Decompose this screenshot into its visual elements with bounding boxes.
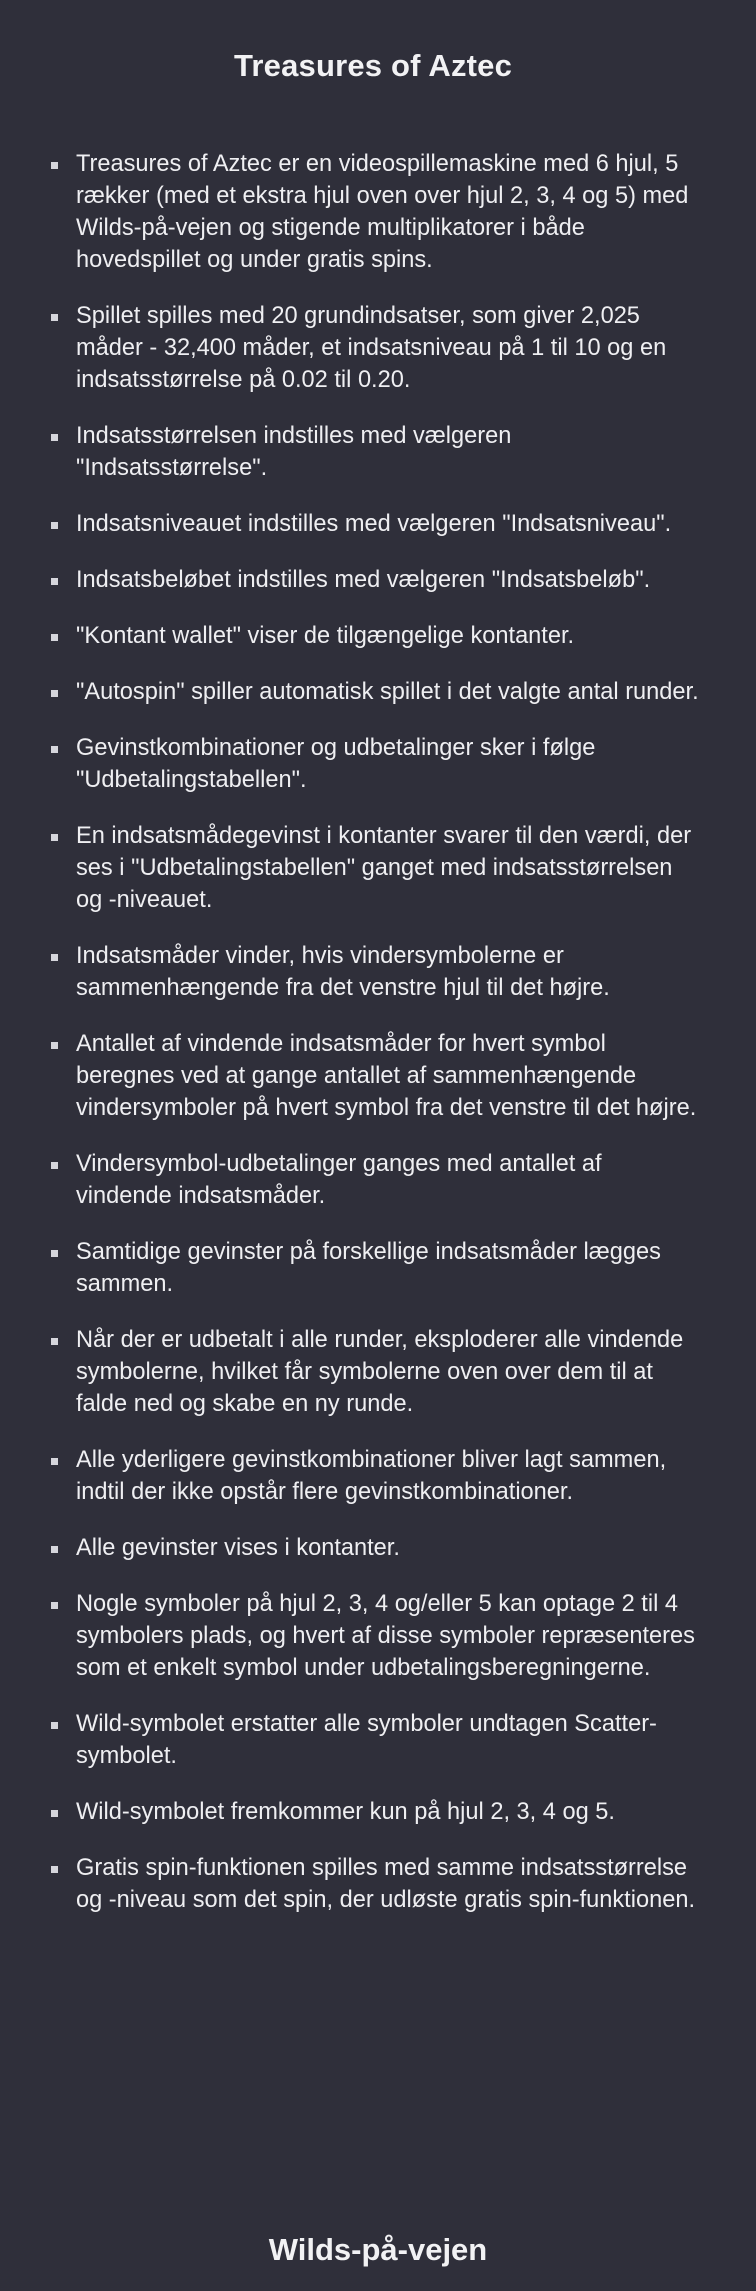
rule-item: Nogle symboler på hjul 2, 3, 4 og/eller … (46, 1588, 700, 1684)
rules-list: Treasures of Aztec er en videospillemask… (46, 148, 700, 1916)
rule-item: Vindersymbol-udbetalinger ganges med ant… (46, 1148, 700, 1212)
rule-item: Wild-symbolet erstatter alle symboler un… (46, 1708, 700, 1772)
rule-item: Alle gevinster vises i kontanter. (46, 1532, 700, 1564)
rule-item: "Kontant wallet" viser de tilgængelige k… (46, 620, 700, 652)
rule-item: Alle yderligere gevinstkombinationer bli… (46, 1444, 700, 1508)
section-title-wilds: Wilds-på-vejen (268, 2232, 488, 2267)
page-title: Treasures of Aztec (233, 48, 513, 83)
rule-item: "Autospin" spiller automatisk spillet i … (46, 676, 700, 708)
rule-item: Indsatsmåder vinder, hvis vindersymboler… (46, 940, 700, 1004)
rule-item: Treasures of Aztec er en videospillemask… (46, 148, 700, 276)
rule-item: Indsatsstørrelsen indstilles med vælgere… (46, 420, 700, 484)
rule-item: Samtidige gevinster på forskellige indsa… (46, 1236, 700, 1300)
rule-item: Gratis spin-funktionen spilles med samme… (46, 1852, 700, 1916)
rule-item: Antallet af vindende indsatsmåder for hv… (46, 1028, 700, 1124)
rule-item: Når der er udbetalt i alle runder, ekspl… (46, 1324, 700, 1420)
rule-item: Indsatsniveauet indstilles med vælgeren … (46, 508, 700, 540)
rules-page: Treasures of Aztec Treasures of Aztec er… (0, 0, 756, 2291)
rule-item: En indsatsmådegevinst i kontanter svarer… (46, 820, 700, 916)
rule-item: Indsatsbeløbet indstilles med vælgeren "… (46, 564, 700, 596)
rule-item: Gevinstkombinationer og udbetalinger ske… (46, 732, 700, 796)
rule-item: Spillet spilles med 20 grundindsatser, s… (46, 300, 700, 396)
rule-item: Wild-symbolet fremkommer kun på hjul 2, … (46, 1796, 700, 1828)
